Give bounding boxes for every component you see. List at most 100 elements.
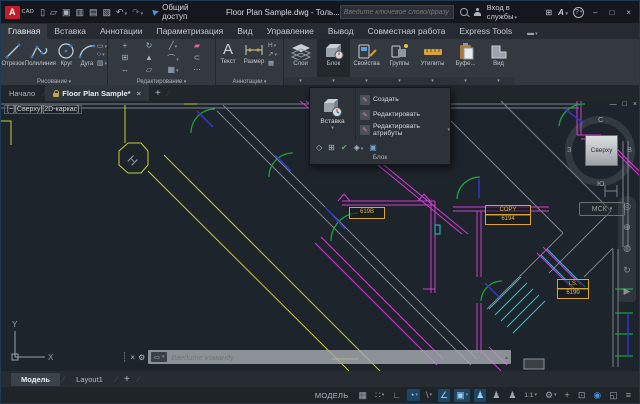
- menu-item-create-block[interactable]: ✎ Создать: [360, 93, 450, 106]
- customization-icon[interactable]: ≡: [624, 389, 633, 401]
- hatch-icon[interactable]: ▨: [97, 59, 107, 67]
- annotation-autoscale-icon[interactable]: ♟: [490, 389, 502, 402]
- arc-button[interactable]: Дуга: [77, 39, 97, 67]
- sync-attributes-icon[interactable]: ✔: [341, 143, 348, 152]
- rectangle-icon[interactable]: ▭: [97, 42, 107, 50]
- show-motion-icon[interactable]: ▶: [624, 286, 631, 297]
- print-icon[interactable]: ▧: [102, 7, 111, 18]
- search-icon[interactable]: [460, 8, 468, 16]
- canvas-close-icon[interactable]: ×: [633, 101, 637, 108]
- crosshair-icon[interactable]: +: [563, 389, 572, 401]
- new-layout-button[interactable]: +: [119, 374, 135, 385]
- orbit-icon[interactable]: ↻: [623, 265, 631, 276]
- clipboard-panel-caret[interactable]: ▾: [449, 77, 482, 85]
- redo-icon[interactable]: ↷: [132, 7, 143, 18]
- circle-button[interactable]: Круг: [56, 39, 77, 67]
- trim-icon[interactable]: ╱: [161, 41, 185, 53]
- tab-collaborate[interactable]: Совместная работа: [361, 24, 453, 39]
- share-button[interactable]: Общий доступ: [153, 3, 214, 21]
- recent-commands-icon[interactable]: ▭: [151, 352, 167, 362]
- rotate-icon[interactable]: ↻: [137, 41, 161, 53]
- ortho-icon[interactable]: ∟: [390, 389, 403, 401]
- tab-output[interactable]: Вывод: [321, 24, 361, 39]
- clean-screen-icon[interactable]: ◱: [607, 389, 620, 402]
- tab-insert[interactable]: Вставка: [47, 24, 93, 39]
- tab-annotate[interactable]: Аннотации: [93, 24, 150, 39]
- viewcube-south[interactable]: Ю: [597, 179, 605, 188]
- isolate-objects-icon[interactable]: ⊡: [576, 389, 588, 402]
- pan-icon[interactable]: ⊕: [623, 222, 631, 233]
- panel-clipboard[interactable]: Буфе... ▾: [449, 39, 482, 85]
- object-snap-icon[interactable]: ▣: [454, 389, 470, 402]
- layers-panel-caret[interactable]: ▾: [284, 77, 317, 85]
- panel-properties[interactable]: Свойства ▾: [350, 39, 383, 85]
- grid-icon[interactable]: ▦: [356, 389, 369, 402]
- mirror-icon[interactable]: ▲: [137, 53, 161, 65]
- tab-parametric[interactable]: Параметризация: [149, 24, 230, 39]
- autodesk-app-icon[interactable]: A: [558, 8, 567, 17]
- properties-panel-caret[interactable]: ▾: [350, 77, 383, 85]
- model-space-button[interactable]: МОДЕЛЬ: [315, 391, 349, 400]
- block-editor-icon[interactable]: ▣: [369, 143, 377, 152]
- file-tab-start[interactable]: Начало: [1, 85, 43, 101]
- workspace-icon[interactable]: ⚙: [543, 389, 559, 402]
- command-input[interactable]: [171, 353, 501, 362]
- tab-manage[interactable]: Управление: [260, 24, 321, 39]
- define-attribute-icon[interactable]: ◇: [316, 143, 322, 152]
- save-as-icon[interactable]: ▥: [75, 7, 84, 18]
- panel-utilities[interactable]: Утилиты ▾: [416, 39, 449, 85]
- copy-icon[interactable]: ⊞: [113, 53, 137, 65]
- viewcube-east[interactable]: В: [627, 145, 632, 154]
- viewcube-face-top[interactable]: Сверху: [585, 135, 618, 166]
- set-base-point-icon[interactable]: ◈: [354, 143, 364, 152]
- close-tab-icon[interactable]: ×: [137, 89, 141, 98]
- panel-groups[interactable]: Группы ▾: [383, 39, 416, 85]
- tab-express-tools[interactable]: Express Tools: [452, 24, 519, 39]
- line-button[interactable]: Отрезок: [1, 39, 25, 67]
- text-button[interactable]: A Текст: [216, 39, 240, 65]
- panel-layers[interactable]: Слои ▾: [284, 39, 317, 85]
- move-icon[interactable]: +: [113, 41, 137, 53]
- close-button[interactable]: ×: [623, 8, 634, 17]
- annotation-scale-value[interactable]: 1:1: [522, 391, 539, 400]
- isodraft-icon[interactable]: \: [424, 389, 434, 401]
- scale-icon[interactable]: ▱: [137, 65, 161, 77]
- canvas-restore-icon[interactable]: □: [623, 101, 627, 108]
- snap-icon[interactable]: ∷: [373, 389, 386, 402]
- tab-view[interactable]: Вид: [230, 24, 259, 39]
- new-drawing-button[interactable]: +: [149, 88, 167, 99]
- groups-panel-caret[interactable]: ▾: [383, 77, 416, 85]
- object-snap-tracking-icon[interactable]: ∠: [438, 389, 450, 402]
- command-history-icon[interactable]: ▴: [505, 354, 508, 361]
- erase-icon[interactable]: ▰: [185, 41, 209, 53]
- maximize-button[interactable]: □: [606, 8, 617, 17]
- ribbon-options-icon[interactable]: ▬: [523, 28, 542, 39]
- polar-tracking-icon[interactable]: ◔: [407, 389, 420, 401]
- new-file-icon[interactable]: ▯: [40, 7, 45, 18]
- undo-icon[interactable]: ↶: [116, 7, 127, 18]
- viewcube-west[interactable]: З: [567, 145, 572, 154]
- command-close-icon[interactable]: ×: [130, 353, 135, 362]
- insert-block-button[interactable]: Вставка ▾: [310, 88, 356, 141]
- store-cart-icon[interactable]: ⊞: [545, 8, 552, 17]
- utilities-panel-caret[interactable]: ▾: [416, 77, 449, 85]
- command-drag-handle[interactable]: ┊: [122, 352, 127, 363]
- help-search-box[interactable]: [340, 5, 455, 19]
- annotation-visibility-icon[interactable]: ♟: [474, 389, 486, 402]
- array-icon[interactable]: ▦: [161, 65, 185, 77]
- table-icon[interactable]: ▦: [268, 59, 277, 67]
- graphics-performance-icon[interactable]: ◉: [591, 389, 603, 402]
- viewcube-north[interactable]: С: [598, 115, 603, 124]
- open-file-icon[interactable]: ▱: [50, 7, 57, 18]
- dim-style-icon[interactable]: H: [268, 42, 277, 49]
- zoom-icon[interactable]: ◍: [623, 243, 631, 254]
- save-icon[interactable]: ▣: [62, 7, 71, 18]
- stretch-icon[interactable]: ↔: [113, 65, 137, 77]
- tab-home[interactable]: Главная: [1, 24, 47, 39]
- command-input-field[interactable]: ▭ ▴: [148, 350, 511, 364]
- offset-icon[interactable]: ⊂: [185, 53, 209, 65]
- dimension-button[interactable]: Размер: [240, 39, 268, 65]
- navigation-wheel-icon[interactable]: ◎: [623, 201, 631, 212]
- view-panel-caret[interactable]: ▾: [482, 77, 515, 85]
- ellipse-icon[interactable]: ○: [97, 51, 107, 58]
